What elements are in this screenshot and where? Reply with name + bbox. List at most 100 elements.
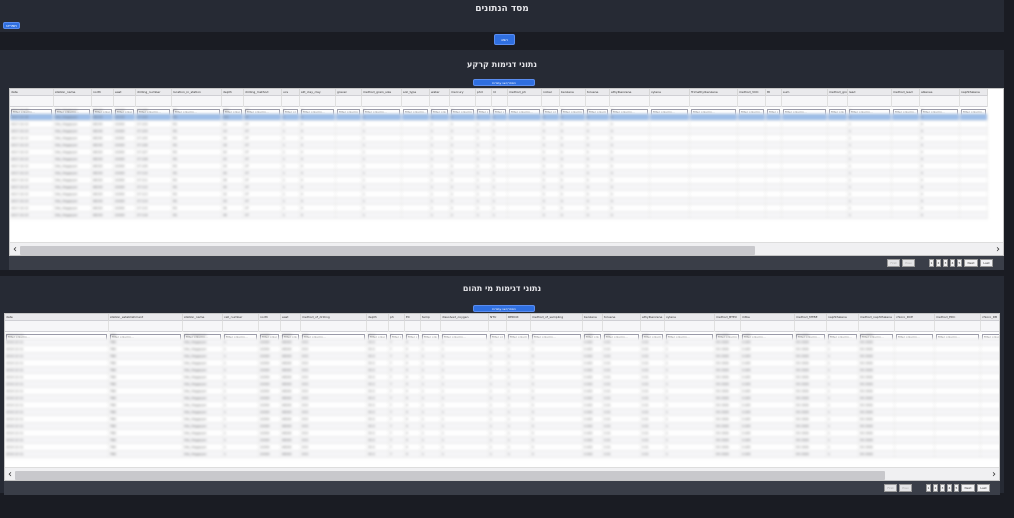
column-header[interactable]: method_EDC — [935, 314, 981, 321]
column-header[interactable]: method_BTEX — [715, 314, 741, 321]
table-row[interactable]: 2019-12-11 TBD Site_Haggeyan 1 22000 68000 DCS… — [5, 353, 999, 360]
column-header[interactable]: gravel — [336, 89, 362, 96]
water-horizontal-scrollbar[interactable]: ‹ › — [5, 467, 999, 480]
column-header[interactable]: benzene — [560, 89, 586, 96]
column-header[interactable]: cell_number — [223, 314, 259, 321]
table-row[interactable]: 2017-10-13 Site_Haggeyan 68150 22000 27-109 R… — [10, 163, 988, 170]
column-header[interactable]: silt_clay_clay — [300, 89, 336, 96]
pager-next-button[interactable]: Next — [961, 484, 975, 492]
pager-prev-button[interactable]: Prev — [899, 484, 912, 492]
column-header[interactable]: drilling_number — [136, 89, 172, 96]
table-row[interactable]: 2019-12-11 TBD Site_Haggeyan 1 22000 68000 DCS… — [5, 346, 999, 353]
column-header[interactable]: drilling_method — [244, 89, 282, 96]
column-header[interactable]: alkenes — [920, 89, 960, 96]
water-scroll-thumb[interactable] — [15, 471, 885, 480]
column-header[interactable]: chloro_DB — [981, 314, 999, 321]
column-header[interactable]: ld — [492, 89, 508, 96]
column-header[interactable]: date — [5, 314, 109, 321]
column-header[interactable]: station_name — [183, 314, 223, 321]
column-header[interactable]: soil_type — [402, 89, 430, 96]
column-header[interactable]: method_grain_size — [362, 89, 402, 96]
table-row[interactable]: 2017-10-13 Site_Haggeyan 68140 22000 27-106 R… — [10, 142, 988, 149]
table-row[interactable]: 2019-12-11 TBD Site_Haggeyan 1 22000 68000 DCS… — [5, 388, 999, 395]
column-header[interactable]: station_establishment — [109, 314, 183, 321]
column-header[interactable]: sum — [782, 89, 828, 96]
soil-toggle-columns-button[interactable]: הסתר/הצג עמודות — [473, 79, 535, 86]
column-header[interactable]: method_MTBE — [795, 314, 827, 321]
table-row[interactable]: 2019-12-11 TBD Site_Haggeyan 1 22000 68000 DCS… — [5, 451, 999, 458]
pager-first-button[interactable]: First — [884, 484, 897, 492]
table-row[interactable]: 2019-12-11 TBD Site_Haggeyan 1 22000 68000 DCS… — [5, 367, 999, 374]
chevron-right-icon[interactable]: › — [996, 244, 1000, 255]
water-toggle-columns-button[interactable]: הסתר/הצג עמודות — [473, 305, 535, 312]
soil-scroll-thumb[interactable] — [20, 246, 755, 255]
column-header[interactable]: ttl — [766, 89, 782, 96]
table-row[interactable]: 2019-12-11 TBD Site_Haggeyan 1 22000 68000 DCS… — [5, 332, 999, 339]
column-header[interactable]: xylene — [650, 89, 690, 96]
column-header[interactable]: north — [259, 314, 281, 321]
column-header[interactable]: EC — [405, 314, 421, 321]
table-row[interactable]: 2019-12-11 TBD Site_Haggeyan 1 22000 68000 DCS… — [5, 395, 999, 402]
table-row[interactable]: 2017-10-13 Site_Haggeyan 68150 22000 27-113 R… — [10, 191, 988, 198]
column-header[interactable]: depth — [367, 314, 389, 321]
table-row[interactable]: 2019-12-11 TBD Site_Haggeyan 1 22000 68000 DCS… — [5, 374, 999, 381]
column-header[interactable]: date — [10, 89, 54, 96]
table-row[interactable]: 2017-10-13 Site_Haggeyan 68150 22000 27-107 R… — [10, 149, 988, 156]
chevron-left-icon[interactable]: ‹ — [8, 469, 12, 480]
table-row[interactable]: 2019-12-11 TBD Site_Haggeyan 1 22000 68000 DCS… — [5, 339, 999, 346]
table-row[interactable]: 2017-10-13 Site_Haggeyan 68140 22000 27-103 R… — [10, 121, 988, 128]
table-row[interactable]: 2017-10-13 Site_Haggeyan 68150 22000 27-115 R… — [10, 205, 988, 212]
column-header[interactable]: ucs — [282, 89, 300, 96]
column-header[interactable]: lead — [848, 89, 892, 96]
column-header[interactable]: location_in_station — [172, 89, 222, 96]
column-header[interactable]: ph — [389, 314, 405, 321]
column-header[interactable]: toluene — [586, 89, 610, 96]
column-header[interactable]: temp — [421, 314, 441, 321]
pager-3-button[interactable]: 3 — [943, 259, 948, 267]
column-header[interactable]: chloro_DCE — [895, 314, 935, 321]
pager-4-button[interactable]: 4 — [947, 484, 952, 492]
pager-1-button[interactable]: 1 — [929, 259, 934, 267]
column-header[interactable]: water — [430, 89, 450, 96]
column-header[interactable]: mtbe — [741, 314, 795, 321]
table-row[interactable]: 2019-12-11 TBD Site_Haggeyan 1 22000 68000 DCS… — [5, 360, 999, 367]
column-header[interactable]: NTU — [489, 314, 507, 321]
column-header[interactable]: depth — [222, 89, 244, 96]
pager-prev-button[interactable]: Prev — [902, 259, 915, 267]
column-header[interactable]: REDOX — [507, 314, 531, 321]
column-header[interactable]: method_lead — [892, 89, 920, 96]
column-header[interactable]: phd — [476, 89, 492, 96]
menu-button[interactable]: תפריט — [3, 22, 20, 29]
pager-4-button[interactable]: 4 — [950, 259, 955, 267]
pager-last-button[interactable]: Last — [977, 484, 990, 492]
table-row[interactable]: 2019-12-11 TBD Site_Haggeyan 1 22000 68000 DCS… — [5, 423, 999, 430]
column-header[interactable]: method_gro_dro — [828, 89, 848, 96]
column-header[interactable]: ethylbenzene — [610, 89, 650, 96]
table-row[interactable]: 2017-10-13 Site_Haggeyan 68150 22000 27-108 R… — [10, 156, 988, 163]
table-row[interactable]: 2017-10-18 Site_Haggeyan 68130 22143 27-102 R… — [10, 114, 988, 121]
column-header[interactable]: east — [114, 89, 136, 96]
column-header[interactable]: east — [281, 314, 301, 321]
table-row[interactable]: 2019-12-11 TBD Site_Haggeyan 1 22000 68000 DCS… — [5, 381, 999, 388]
table-row[interactable]: 2019-12-11 TBD Site_Haggeyan 1 22000 68000 DCS… — [5, 402, 999, 409]
table-row[interactable]: 2019-12-11 TBD Site_Haggeyan 1 22000 68000 DCS… — [5, 416, 999, 423]
column-header[interactable]: naphthalene — [960, 89, 988, 96]
column-header[interactable]: dissolved_oxygen — [441, 314, 489, 321]
pager-2-button[interactable]: 2 — [933, 484, 938, 492]
column-header[interactable]: nickel — [542, 89, 560, 96]
table-row[interactable]: 2019-12-11 TBD Site_Haggeyan 1 22000 68000 DCS… — [5, 409, 999, 416]
column-header[interactable]: station_name — [54, 89, 92, 96]
column-header[interactable]: method_ph — [508, 89, 542, 96]
column-header[interactable]: method_naphthalene — [859, 314, 895, 321]
column-header[interactable]: ethylbenzene — [641, 314, 665, 321]
chevron-left-icon[interactable]: ‹ — [13, 244, 17, 255]
run-button[interactable]: הצג — [494, 34, 515, 45]
table-row[interactable]: 2017-10-13 Site_Haggeyan 68140 22000 27-104 R… — [10, 128, 988, 135]
pager-3-button[interactable]: 3 — [940, 484, 945, 492]
table-row[interactable]: 2017-10-18 Site_Haggeyan 68130 22143 27-100 R… — [10, 107, 988, 114]
table-row[interactable]: 2017-10-13 Site_Haggeyan 68150 22000 27-114 R… — [10, 198, 988, 205]
column-header[interactable]: naphthalene — [827, 314, 859, 321]
table-row[interactable]: 2017-10-13 Site_Haggeyan 68150 22000 27-112 R… — [10, 184, 988, 191]
table-row[interactable]: 2017-10-13 Site_Haggeyan 68150 22000 27-110 R… — [10, 170, 988, 177]
chevron-right-icon[interactable]: › — [992, 469, 996, 480]
